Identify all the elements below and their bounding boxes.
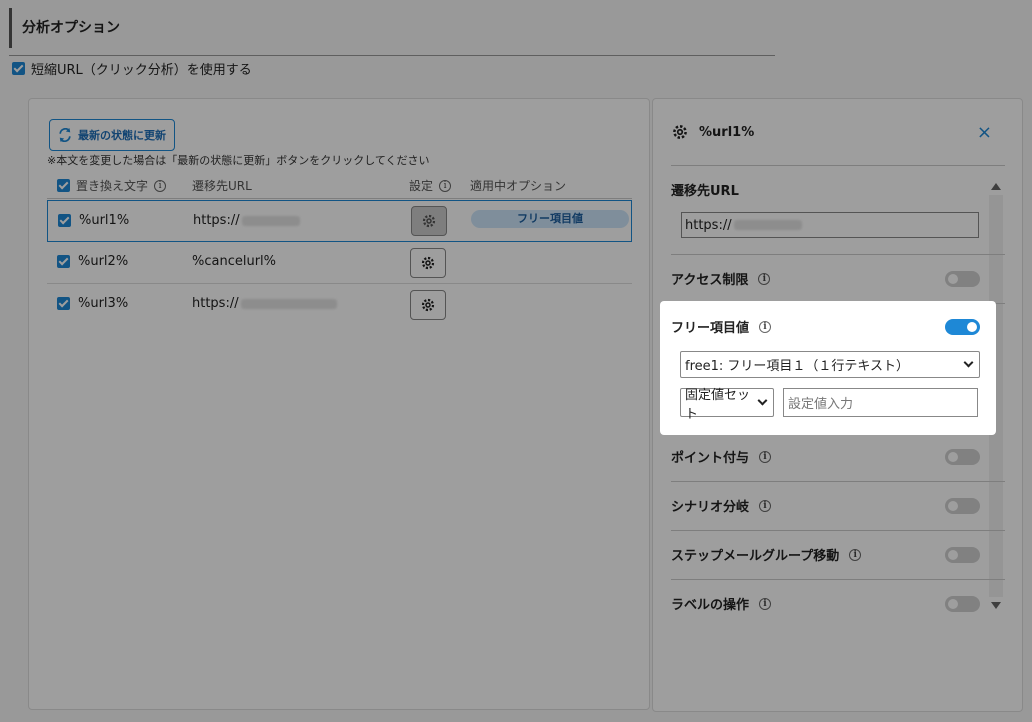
page: 分析オプション 短縮URL（クリック分析）を使用する 最新の状態に更新 ※本文を… (0, 0, 1032, 722)
fixed-value-select-value: 固定値セット (685, 387, 751, 422)
free-field-highlight: フリー項目値 i free1: フリー項目１（１行テキスト） 固定値セット 設定… (660, 301, 996, 435)
chevron-down-icon (963, 357, 974, 368)
free-field-select[interactable]: free1: フリー項目１（１行テキスト） (680, 351, 980, 378)
set-value-input[interactable]: 設定値入力 (783, 388, 978, 417)
free-field-toggle[interactable] (945, 319, 980, 335)
free-field-text: フリー項目値 (671, 321, 750, 336)
info-icon[interactable]: i (759, 320, 772, 333)
free-field-select-value: free1: フリー項目１（１行テキスト） (685, 359, 910, 374)
set-value-placeholder: 設定値入力 (788, 397, 854, 412)
free-field-label: フリー項目値 i (671, 317, 772, 336)
fixed-value-select[interactable]: 固定値セット (680, 388, 774, 422)
